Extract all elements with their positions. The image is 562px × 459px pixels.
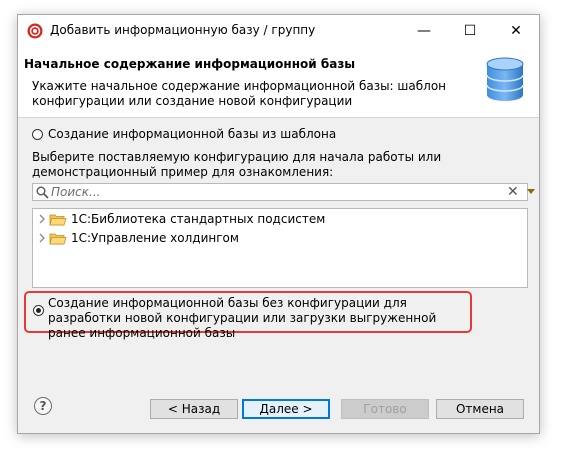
search-input[interactable] — [51, 184, 491, 200]
wizard-header: Начальное содержание информационной базы… — [18, 47, 539, 118]
database-icon — [486, 57, 524, 101]
folder-icon — [49, 214, 67, 226]
empty-config-option[interactable]: Создание информационной базы без конфигу… — [24, 291, 472, 340]
close-button[interactable]: ✕ — [493, 15, 539, 47]
tree-item-bsp[interactable]: 1С:Библиотека стандартных подсистем — [37, 211, 517, 229]
back-button[interactable]: < Назад — [150, 399, 238, 419]
search-dropdown-icon[interactable] — [527, 189, 535, 194]
cancel-button[interactable]: Отмена — [436, 399, 524, 419]
empty-config-radio[interactable] — [33, 305, 44, 316]
template-tree[interactable]: 1С:Библиотека стандартных подсистем 1С:У… — [32, 208, 528, 288]
help-button[interactable]: ? — [34, 397, 52, 415]
from-template-label[interactable]: Создание информационной базы из шаблона — [48, 127, 336, 141]
minimize-button[interactable]: — — [401, 15, 447, 47]
chevron-right-icon[interactable] — [37, 213, 47, 225]
empty-config-label[interactable]: Создание информационной базы без конфигу… — [48, 296, 468, 341]
1c-app-icon — [27, 23, 43, 39]
chevron-right-icon[interactable] — [37, 232, 47, 244]
next-button[interactable]: Далее > — [242, 399, 330, 419]
title-bar: Добавить информационную базу / группу — … — [18, 15, 539, 47]
clear-search-icon[interactable]: ✕ — [507, 184, 519, 200]
finish-button[interactable]: Готово — [341, 399, 429, 419]
template-search-box[interactable]: ✕ — [32, 183, 535, 201]
page-description: Укажите начальное содержание информацион… — [32, 79, 447, 108]
template-hint: Выберите поставляемую конфигурацию для н… — [32, 150, 442, 179]
tree-item-label[interactable]: 1С:Управление холдингом — [71, 231, 239, 245]
folder-icon — [49, 233, 67, 245]
tree-item-holding[interactable]: 1С:Управление холдингом — [37, 230, 517, 248]
search-icon — [36, 186, 49, 199]
page-title: Начальное содержание информационной базы — [24, 57, 356, 71]
window-title: Добавить информационную базу / группу — [50, 23, 316, 37]
from-template-radio[interactable] — [32, 129, 43, 140]
dialog-window: Добавить информационную базу / группу — … — [17, 14, 540, 434]
tree-item-label[interactable]: 1С:Библиотека стандартных подсистем — [71, 212, 325, 226]
maximize-button[interactable]: ☐ — [447, 15, 493, 47]
